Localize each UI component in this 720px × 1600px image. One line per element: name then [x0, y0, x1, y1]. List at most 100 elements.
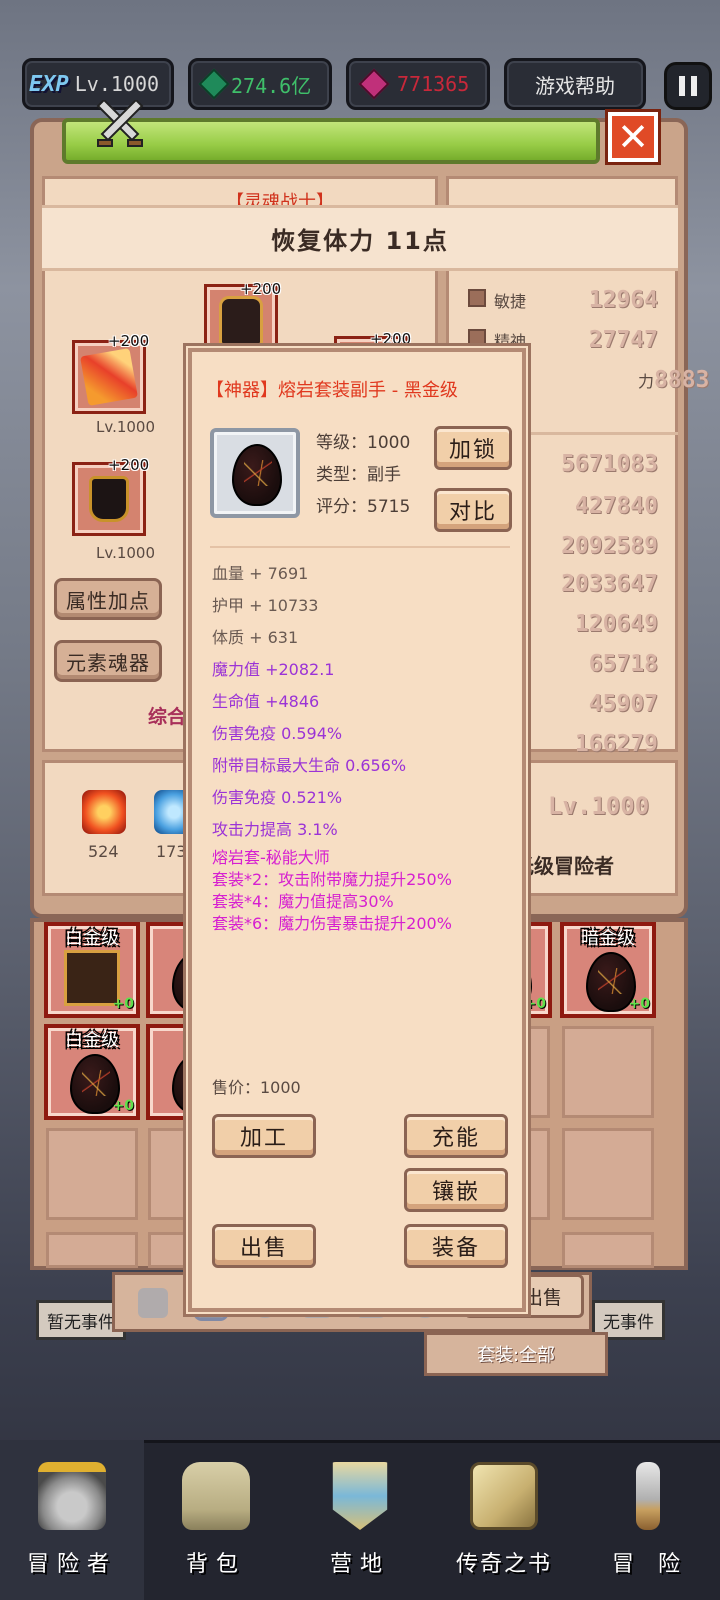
- stat-value: 8883: [654, 367, 710, 393]
- player-level-text: Lv.1000: [74, 72, 160, 96]
- summary-label: 综合: [148, 706, 187, 728]
- weapon-plus: +200: [108, 332, 150, 350]
- weapon-slot[interactable]: [72, 340, 146, 414]
- nav-adventure[interactable]: 冒险: [576, 1440, 720, 1600]
- pause-icon: [679, 76, 685, 96]
- inventory-item[interactable]: 白金级 +0: [44, 1024, 140, 1120]
- agility-icon: [468, 289, 486, 307]
- attribute-line: 血量 + 7691: [212, 564, 309, 583]
- inventory-item[interactable]: 暗金级 +0: [560, 922, 656, 1018]
- item-type: 类型：副手: [316, 465, 401, 485]
- game-help-label: 游戏帮助: [535, 73, 615, 98]
- close-icon: ✕: [617, 115, 649, 159]
- attribute-line: 攻击力提高 3.1%: [212, 820, 338, 839]
- equip-label: 装备: [431, 1236, 480, 1261]
- fire-essence-count: 524: [88, 842, 119, 861]
- ruby-currency: 771365: [346, 58, 490, 110]
- emerald-icon: [198, 68, 230, 100]
- backpack-icon: [182, 1462, 250, 1530]
- empty-slot[interactable]: [46, 1232, 138, 1268]
- stat-value: 166279: [574, 731, 658, 757]
- nav-label: 背包: [185, 1552, 246, 1577]
- game-help-button[interactable]: 游戏帮助: [504, 58, 646, 110]
- nav-legend-book[interactable]: 传奇之书: [432, 1440, 576, 1600]
- stat-value: 120649: [574, 611, 658, 637]
- spirit-icon: [468, 329, 486, 347]
- sword-icon: [636, 1462, 660, 1530]
- glove-plus: +200: [108, 456, 150, 474]
- empty-slot[interactable]: [562, 1232, 654, 1268]
- helmet-plus: +200: [240, 280, 282, 298]
- attribute-line: 附带目标最大生命 0.656%: [212, 756, 407, 775]
- stat-value: 2033647: [561, 571, 658, 597]
- rarity-label: 暗金级: [581, 928, 635, 949]
- glove-level: Lv.1000: [96, 544, 156, 562]
- lava-offhand-icon: [232, 444, 282, 506]
- charge-button[interactable]: 充能: [404, 1114, 508, 1158]
- inlay-button[interactable]: 镶嵌: [404, 1168, 508, 1212]
- stat-label: 力: [638, 372, 655, 391]
- compare-button[interactable]: 对比: [434, 488, 512, 532]
- close-button[interactable]: ✕: [605, 109, 661, 165]
- nav-adventurer[interactable]: 冒险者: [0, 1440, 144, 1600]
- enhance-level: +0: [112, 1098, 134, 1114]
- sell-label: 出售: [239, 1236, 288, 1261]
- attribute-line: 伤害免疫 0.521%: [212, 788, 343, 807]
- gauntlet-icon: [89, 476, 129, 522]
- enhance-level: +0: [628, 996, 650, 1012]
- gem-currency: 274.6亿: [188, 58, 332, 110]
- item-level: 等级：1000: [316, 433, 411, 453]
- charge-label: 充能: [431, 1126, 480, 1151]
- attribute-line: 魔力值 +2082.1: [212, 660, 335, 679]
- pause-button[interactable]: [664, 62, 712, 110]
- stat-value: 27747: [588, 327, 658, 353]
- nav-label: 冒险: [611, 1552, 704, 1577]
- attribute-line: 体质 + 631: [212, 628, 299, 647]
- flaming-sword-icon: [80, 348, 138, 406]
- stat-value: 2092589: [561, 533, 658, 559]
- sell-price: 售价：1000: [212, 1078, 301, 1097]
- empty-slot[interactable]: [562, 1128, 654, 1220]
- attribute-points-button[interactable]: 属性加点: [54, 578, 162, 620]
- set-bonus: 套装*2：攻击附带魔力提升250%: [212, 870, 452, 889]
- empty-slot[interactable]: [562, 1026, 654, 1118]
- crowned-helmet-icon: [38, 1462, 106, 1530]
- empty-slot[interactable]: [46, 1128, 138, 1220]
- water-essence-count: 173: [156, 842, 187, 861]
- fire-essence-icon: [82, 790, 126, 834]
- divider: [210, 546, 510, 548]
- stat-label: 敏捷: [494, 292, 527, 311]
- banner-icon: [332, 1462, 388, 1530]
- nav-label: 冒险者: [26, 1552, 117, 1577]
- compare-label: 对比: [448, 500, 497, 525]
- lock-label: 加锁: [448, 438, 497, 463]
- lock-button[interactable]: 加锁: [434, 426, 512, 470]
- craft-button[interactable]: 加工: [212, 1114, 316, 1158]
- ruby-icon: [358, 68, 390, 100]
- set-filter-dropdown[interactable]: 套装:全部: [424, 1332, 608, 1376]
- armor-plus: +200: [370, 330, 412, 348]
- attribute-line: 伤害免疫 0.594%: [212, 724, 343, 743]
- inlay-label: 镶嵌: [431, 1180, 480, 1205]
- sword-tab-icon[interactable]: [138, 1288, 168, 1318]
- player-rank: 光级冒险者: [514, 854, 614, 878]
- stat-value: 45907: [588, 691, 658, 717]
- equip-button[interactable]: 装备: [404, 1224, 508, 1268]
- sell-button[interactable]: 出售: [212, 1224, 316, 1268]
- stat-value: 12964: [588, 287, 658, 313]
- set-bonus: 套装*6：魔力伤害暴击提升200%: [212, 914, 452, 933]
- inventory-item[interactable]: 白金级 +0: [44, 922, 140, 1018]
- stat-value: 65718: [588, 651, 658, 677]
- attribute-line: 护甲 + 10733: [212, 596, 319, 615]
- element-soul-label: 元素魂器: [66, 650, 150, 675]
- stat-value: 5671083: [561, 451, 658, 477]
- rarity-label: 白金级: [65, 928, 119, 949]
- nav-label: 营地: [329, 1552, 390, 1577]
- nav-camp[interactable]: 营地: [288, 1440, 432, 1600]
- gem-amount: 274.6亿: [231, 73, 312, 98]
- nav-backpack[interactable]: 背包: [144, 1440, 288, 1600]
- set-name: 熔岩套-秘能大师: [212, 848, 330, 867]
- set-filter-label: 套装:全部: [476, 1345, 556, 1366]
- weapon-level: Lv.1000: [96, 418, 156, 436]
- element-soul-button[interactable]: 元素魂器: [54, 640, 162, 682]
